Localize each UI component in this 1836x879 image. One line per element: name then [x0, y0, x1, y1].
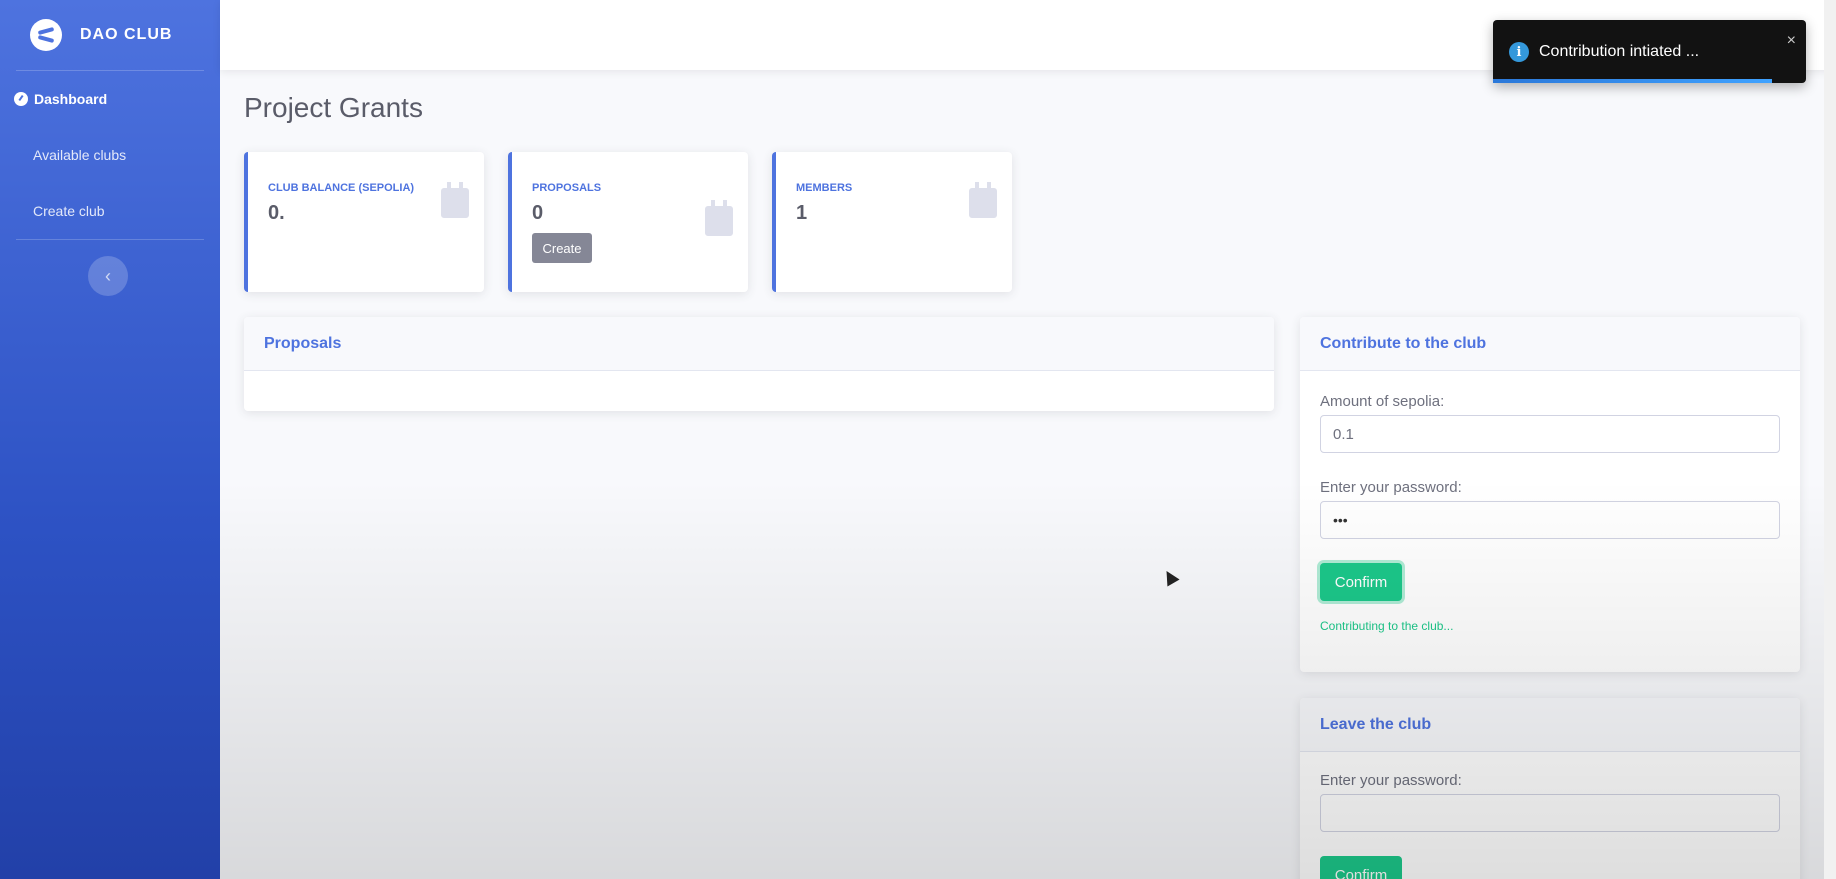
toast-progress-bar	[1493, 79, 1772, 83]
logo-icon	[30, 19, 62, 51]
card-header: Proposals	[244, 317, 1274, 371]
sidebar-item-create-club[interactable]: Create club	[0, 183, 220, 239]
stat-value: 1	[796, 202, 808, 224]
card-header: Contribute to the club	[1300, 317, 1800, 371]
stat-value: 0	[532, 202, 544, 224]
close-icon[interactable]: ×	[1787, 32, 1796, 50]
calendar-icon	[969, 182, 997, 218]
contribute-card: Contribute to the club Amount of sepolia…	[1300, 317, 1800, 672]
calendar-icon	[705, 200, 733, 236]
stat-label: CLUB BALANCE (SEPOLIA)	[268, 182, 415, 194]
sidebar-item-dashboard[interactable]: Dashboard	[0, 71, 220, 127]
chevron-left-icon: ‹	[105, 265, 111, 286]
brand-name: DAO CLUB	[80, 26, 173, 43]
amount-label: Amount of sepolia:	[1320, 393, 1445, 410]
toast-notification[interactable]: i Contribution intiated ... ×	[1493, 20, 1806, 83]
sidebar-divider	[16, 239, 204, 240]
sidebar: DAO CLUB Dashboard Available clubs Creat…	[0, 0, 220, 879]
scrollbar[interactable]	[1824, 0, 1836, 879]
sidebar-toggle-button[interactable]: ‹	[88, 256, 128, 296]
sidebar-item-label: Create club	[33, 203, 105, 219]
contribute-status-text: Contributing to the club...	[1320, 619, 1454, 633]
sidebar-item-label: Available clubs	[33, 147, 127, 163]
stat-label: MEMBERS	[796, 182, 853, 194]
password-input[interactable]: •••	[1320, 501, 1780, 539]
leave-password-input[interactable]	[1320, 794, 1780, 832]
card-header: Leave the club	[1300, 698, 1800, 752]
amount-input[interactable]: 0.1	[1320, 415, 1780, 453]
password-label: Enter your password:	[1320, 479, 1462, 496]
sidebar-item-available-clubs[interactable]: Available clubs	[0, 127, 220, 183]
club-balance-card: CLUB BALANCE (SEPOLIA) 0.	[244, 152, 484, 292]
contribute-confirm-button[interactable]: Confirm	[1320, 563, 1402, 601]
page-title: Project Grants	[244, 92, 423, 123]
stat-value: 0.	[268, 202, 285, 224]
sidebar-item-label: Dashboard	[34, 91, 108, 107]
leave-club-card: Leave the club Enter your password: Conf…	[1300, 698, 1800, 879]
leave-confirm-button[interactable]: Confirm	[1320, 856, 1402, 879]
mouse-cursor-icon	[1160, 567, 1180, 587]
info-icon: i	[1509, 42, 1529, 62]
proposals-stat-card: PROPOSALS 0 Create	[508, 152, 748, 292]
tachometer-icon	[14, 92, 28, 106]
brand[interactable]: DAO CLUB	[0, 0, 220, 70]
password-label: Enter your password:	[1320, 772, 1462, 789]
stat-label: PROPOSALS	[532, 182, 602, 194]
create-proposal-button[interactable]: Create	[532, 233, 592, 263]
proposals-card: Proposals	[244, 317, 1274, 411]
members-card: MEMBERS 1	[772, 152, 1012, 292]
toast-message: Contribution intiated ...	[1539, 43, 1700, 60]
calendar-icon	[441, 182, 469, 218]
